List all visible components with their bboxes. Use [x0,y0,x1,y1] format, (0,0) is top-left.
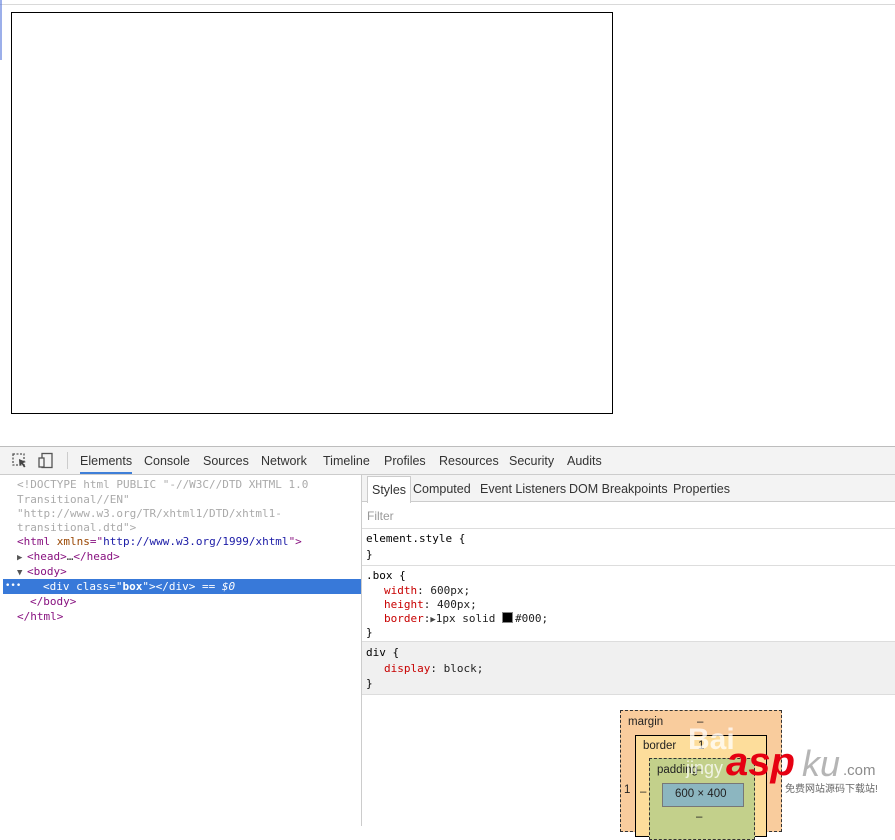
aspku-logo-asp: asp [726,740,795,784]
tag-name: <html [17,535,51,548]
tab-profiles[interactable]: Profiles [384,447,426,474]
box-model-content[interactable]: 600 × 400 [662,783,744,807]
property-name: height [384,598,424,611]
box-div-rendered[interactable] [11,12,613,414]
rule-close: } [366,677,373,690]
head-node[interactable]: ▶ <head>…</head> [17,549,378,564]
styles-filter-input[interactable]: Filter [367,509,394,523]
property-border[interactable]: border:▶1px solid #000; [384,611,548,628]
padding-bottom-value[interactable]: – [696,811,702,823]
rule-selector: div { [366,646,400,659]
console-ref-badge: == $0 [201,580,236,593]
tag-close: "></div> [142,580,196,593]
viewport-left-edge [0,0,2,60]
tag-name: <head> [27,550,67,563]
property-name: display [384,662,431,675]
tab-audits[interactable]: Audits [567,447,602,474]
styles-tabbar: Styles Computed Event Listeners DOM Brea… [362,475,895,503]
tag-name: <div [43,580,70,593]
aspku-tagline: 免费网站源码下载站! [785,784,878,795]
doctype-line[interactable]: Transitional//EN" [17,492,378,507]
property-display: display: block; [384,662,484,675]
attr-name: class [76,580,110,593]
tab-console[interactable]: Console [144,447,190,474]
toolbar-separator [67,452,68,469]
property-value: 1px solid [435,612,503,625]
html-node[interactable]: <html xmlns="http://www.w3.org/1999/xhtm… [17,534,378,549]
border-label: border [643,740,677,752]
div-user-agent-rule: div { display: block; } [362,642,895,695]
property-width[interactable]: width: 600px; [384,583,470,598]
device-mode-icon[interactable] [37,452,55,469]
attr-name: xmlns [56,535,90,548]
attr-eq: =" [89,535,104,548]
tab-event-listeners[interactable]: Event Listeners [480,475,566,501]
doctype-line[interactable]: transitional.dtd"> [17,520,378,535]
doctype-line[interactable]: "http://www.w3.org/TR/xhtml1/DTD/xhtml1- [17,506,378,521]
element-style-rule: element.style { } [362,529,895,566]
aspku-logo-ku: ku [802,743,841,784]
property-name: width [384,584,418,597]
html-close-node[interactable]: </html> [17,609,378,624]
rule-close: } [366,626,373,639]
property-value: 600px; [430,584,471,597]
inspect-element-icon[interactable] [11,452,29,469]
attr-value[interactable]: box [123,580,143,593]
color-value: #000; [515,612,549,625]
tag-name: <body> [27,565,67,578]
tag-close: </head> [73,550,120,563]
body-close-node[interactable]: </body> [30,594,391,609]
tab-styles[interactable]: Styles [367,476,412,503]
property-name: border [384,612,424,625]
rule-close: } [366,548,373,561]
tab-sources[interactable]: Sources [203,447,249,474]
rule-selector[interactable]: .box { [366,568,406,583]
tab-timeline[interactable]: Timeline [323,447,370,474]
tab-resources[interactable]: Resources [439,447,499,474]
body-node[interactable]: ▼ <body> [17,564,378,579]
property-value: block; [443,662,484,675]
margin-label: margin [628,716,664,728]
viewport-divider [0,4,895,5]
tag-close: </html> [17,610,64,623]
attr-eq: =" [109,580,123,593]
box-class-rule: .box { width: 600px; height: 400px; bord… [362,566,895,642]
tag-close: "> [288,535,302,548]
page-viewport [0,0,895,446]
content-size[interactable]: 600 × 400 [675,788,726,800]
jingyan-watermark: jingy [686,758,724,778]
rule-selector[interactable]: element.style { [366,531,465,546]
tab-security[interactable]: Security [509,447,554,474]
property-height[interactable]: height: 400px; [384,597,477,612]
margin-left-value[interactable]: 1 [624,784,630,796]
color-swatch-icon[interactable] [502,612,514,623]
div-box-node-selected[interactable]: ••• <div class="box"></div> == $0 [3,579,361,594]
tab-dom-breakpoints[interactable]: DOM Breakpoints [569,475,668,501]
attr-value[interactable]: http://www.w3.org/1999/xhtml [103,535,288,548]
doctype-text: <!DOCTYPE html PUBLIC "-//W3C//DTD XHTML… [17,478,309,491]
doctype-line[interactable]: <!DOCTYPE html PUBLIC "-//W3C//DTD XHTML… [17,477,378,492]
tab-network[interactable]: Network [261,447,307,474]
doctype-text: "http://www.w3.org/TR/xhtml1/DTD/xhtml1- [17,507,282,520]
aspku-logo-com: .com [843,762,876,779]
more-actions-icon[interactable]: ••• [5,579,21,594]
padding-left-value[interactable]: – [640,786,646,798]
elements-tree: <!DOCTYPE html PUBLIC "-//W3C//DTD XHTML… [0,475,362,826]
tab-properties[interactable]: Properties [673,475,730,501]
doctype-text: transitional.dtd"> [17,521,137,534]
tag-close: </body> [30,595,77,608]
tab-elements[interactable]: Elements [80,447,133,474]
devtools-panel: Elements Console Sources Network Timelin… [0,446,895,840]
styles-sidebar: Styles Computed Event Listeners DOM Brea… [362,475,895,840]
property-value: 400px; [437,598,477,611]
tab-computed[interactable]: Computed [413,475,471,501]
devtools-toolbar: Elements Console Sources Network Timelin… [0,447,895,475]
doctype-text: Transitional//EN" [17,493,130,506]
